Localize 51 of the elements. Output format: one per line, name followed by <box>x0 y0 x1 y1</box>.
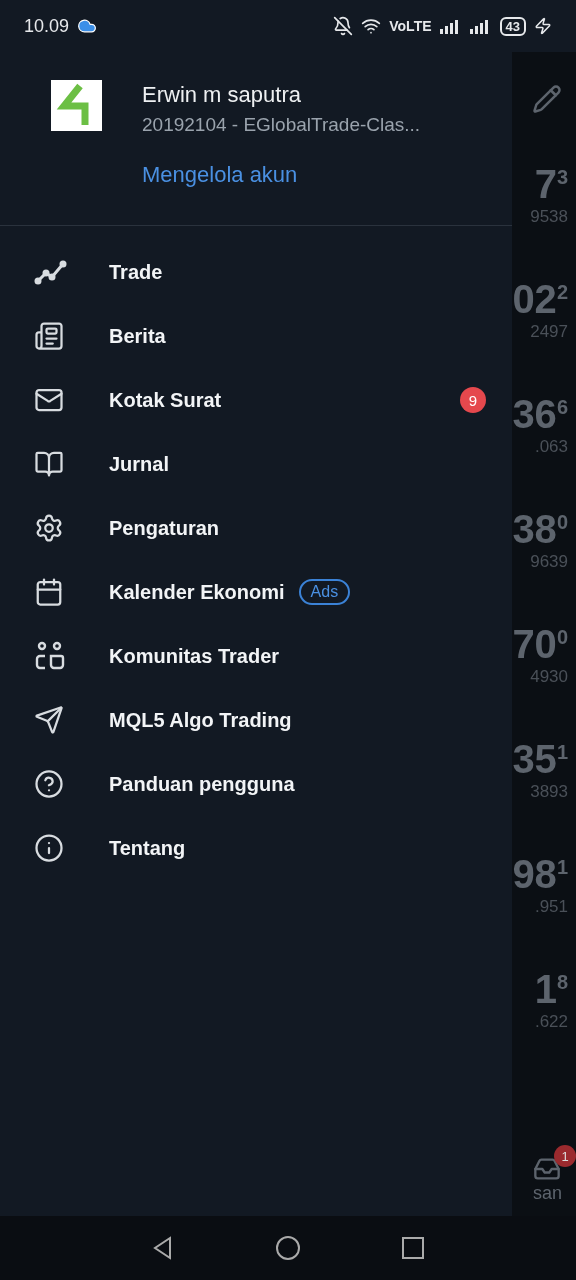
ads-tag: Ads <box>298 579 351 605</box>
menu-item[interactable]: Tentang <box>0 816 512 880</box>
newspaper-icon <box>34 321 64 351</box>
quote-price: 02$^{2}$ <box>512 277 568 322</box>
menu-item[interactable]: Pengaturan <box>0 496 512 560</box>
status-time: 10.09 <box>24 15 70 37</box>
account-server: 20192104 - EGlobalTrade-Clas... <box>142 114 421 136</box>
bell-off-icon <box>333 16 354 36</box>
quote-digits: .951 <box>534 897 568 917</box>
edit-icon <box>532 84 562 114</box>
menu-item[interactable]: Jurnal <box>0 432 512 496</box>
quote-price: 7$^{3}$ <box>534 162 568 207</box>
messages-tab[interactable]: san 1 <box>532 1145 576 1204</box>
book-icon <box>34 449 64 479</box>
unread-badge: 9 <box>460 387 486 413</box>
menu-item[interactable]: Trade <box>0 240 512 304</box>
menu-item[interactable]: Kalender Ekonomi Ads <box>0 560 512 624</box>
quote-digits: 3893 <box>530 782 568 802</box>
quote-price: 38$^{0}$ <box>512 507 568 552</box>
quote-digits: .622 <box>534 1012 568 1032</box>
quote-price: 35$^{1}$ <box>512 737 568 782</box>
manage-account-link[interactable]: Mengelola akun <box>142 162 421 188</box>
quote-price: 98$^{1}$ <box>512 852 568 897</box>
menu-item[interactable]: Kotak Surat 9 <box>0 368 512 432</box>
quote-digits: .063 <box>534 437 568 457</box>
calendar-icon <box>34 577 64 607</box>
quote-digits: 9538 <box>530 207 568 227</box>
quote-digits: 2497 <box>530 322 568 342</box>
menu-item[interactable]: Panduan pengguna <box>0 752 512 816</box>
quote-digits: 9639 <box>530 552 568 572</box>
wifi-icon <box>361 16 382 36</box>
network-label: VoLTE <box>389 18 432 34</box>
quote-price: 70$^{0}$ <box>512 622 568 667</box>
home-button[interactable] <box>275 1235 301 1261</box>
tab-badge: 1 <box>554 1145 576 1167</box>
settings-icon <box>34 513 64 543</box>
account-name: Erwin m saputra <box>142 82 302 108</box>
menu-item[interactable]: Komunitas Trader <box>0 624 512 688</box>
account-logo <box>51 80 102 131</box>
quote-price: 1$^{8}$ <box>534 967 568 1012</box>
quote-digits: 4930 <box>530 667 568 687</box>
menu-item[interactable]: MQL5 Algo Trading <box>0 688 512 752</box>
quote-price: 36$^{6}$ <box>512 392 568 437</box>
paper-plane-icon <box>34 705 64 735</box>
recents-button[interactable] <box>400 1235 427 1261</box>
menu-item[interactable]: Berita <box>0 304 512 368</box>
people-icon <box>34 640 66 672</box>
charging-icon <box>534 17 552 35</box>
help-icon <box>34 769 64 799</box>
info-icon <box>34 833 64 863</box>
battery-level: 43 <box>499 16 526 36</box>
